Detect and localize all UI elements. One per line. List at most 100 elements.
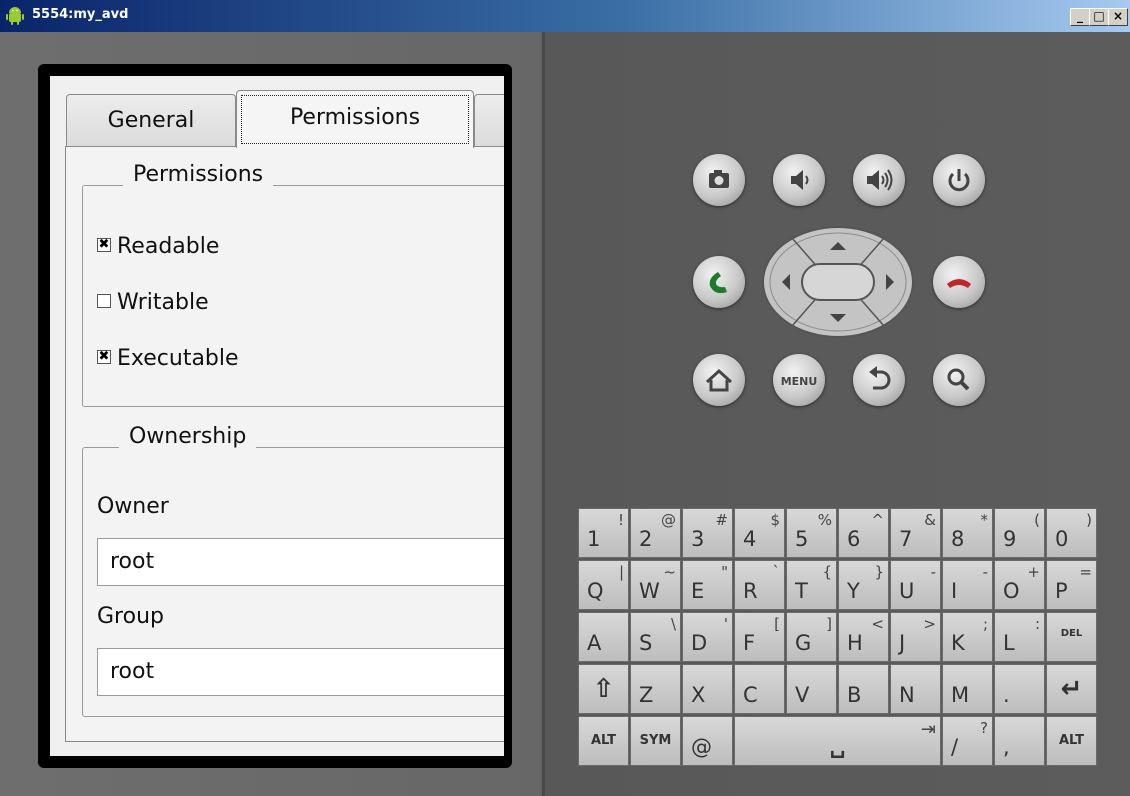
owner-label: Owner: [97, 494, 169, 519]
comma-key[interactable]: ,: [994, 716, 1045, 766]
power-button[interactable]: [933, 154, 985, 206]
key-3-5[interactable]: B: [838, 664, 889, 714]
key-1-5[interactable]: Y}: [838, 560, 889, 610]
key-1-4[interactable]: T{: [786, 560, 837, 610]
key-label: I: [951, 579, 958, 603]
key-alt-label: =: [1079, 563, 1092, 581]
key-2-5[interactable]: H <: [838, 612, 889, 662]
key-label: 9: [1003, 527, 1017, 551]
key-3-0[interactable]: ⇧: [578, 664, 629, 714]
key-alt-label: |: [618, 563, 624, 581]
executable-label: Executable: [117, 346, 239, 371]
key-2-3[interactable]: F[: [734, 612, 785, 662]
key-3-4[interactable]: V: [786, 664, 837, 714]
key-1-6[interactable]: U-: [890, 560, 941, 610]
volume-down-button[interactable]: [773, 154, 825, 206]
menu-button[interactable]: MENU: [773, 354, 825, 406]
alt-right-key[interactable]: ALT: [1046, 716, 1097, 766]
permissions-group-title: Permissions: [123, 162, 274, 187]
emulator-divider: [542, 32, 545, 796]
camera-icon: [709, 170, 729, 188]
key-3-9[interactable]: ↵: [1046, 664, 1097, 714]
key-label: O: [1003, 579, 1020, 603]
key-1-8[interactable]: O +: [994, 560, 1045, 610]
key-alt-label: }: [874, 563, 884, 581]
key-3-8[interactable]: .: [994, 664, 1045, 714]
key-label: 8: [951, 527, 965, 551]
tab-more[interactable]: [474, 94, 504, 146]
comma-key-label: ,: [1003, 735, 1010, 759]
key-label: G: [795, 631, 812, 655]
key-0-3[interactable]: 4 $: [734, 508, 785, 558]
key-label: 2: [639, 527, 653, 551]
key-2-1[interactable]: S \: [630, 612, 681, 662]
dpad[interactable]: [762, 226, 914, 338]
key-0-0[interactable]: 1!: [578, 508, 629, 558]
key-1-2[interactable]: E ": [682, 560, 733, 610]
key-label: 6: [847, 527, 861, 551]
call-button[interactable]: [693, 256, 745, 308]
home-button[interactable]: [693, 354, 745, 406]
end-call-button[interactable]: [933, 256, 985, 308]
key-alt-label: %: [817, 511, 832, 529]
executable-checkbox[interactable]: ✖ Executable: [97, 344, 239, 374]
key-2-7[interactable]: K;: [942, 612, 993, 662]
volume-up-button[interactable]: [853, 154, 905, 206]
key-0-5[interactable]: 6 ^: [838, 508, 889, 558]
key-0-1[interactable]: 2 @: [630, 508, 681, 558]
key-3-7[interactable]: M: [942, 664, 993, 714]
close-button[interactable]: ×: [1108, 8, 1128, 26]
key-label: M: [951, 683, 970, 707]
key-label: A: [587, 631, 602, 655]
back-button[interactable]: [853, 354, 905, 406]
key-2-4[interactable]: G]: [786, 612, 837, 662]
key-alt-label: ^: [871, 511, 884, 529]
key-3-2[interactable]: X: [682, 664, 733, 714]
key-0-9[interactable]: 0): [1046, 508, 1097, 558]
key-0-2[interactable]: 3 #: [682, 508, 733, 558]
at-key-label: @: [691, 735, 712, 759]
key-label: C: [743, 683, 758, 707]
key-1-7[interactable]: I-: [942, 560, 993, 610]
space-key-label: ␣: [829, 734, 846, 759]
key-3-3[interactable]: C: [734, 664, 785, 714]
key-2-8[interactable]: L:: [994, 612, 1045, 662]
slash-key[interactable]: /?: [942, 716, 993, 766]
key-0-4[interactable]: 5%: [786, 508, 837, 558]
key-label: 3: [691, 527, 705, 551]
readable-checkbox[interactable]: ✖ Readable: [97, 232, 219, 262]
key-2-0[interactable]: A: [578, 612, 629, 662]
writable-checkbox[interactable]: Writable: [97, 288, 209, 318]
key-0-6[interactable]: 7 &: [890, 508, 941, 558]
group-field[interactable]: root: [97, 648, 504, 696]
camera-button[interactable]: [693, 154, 745, 206]
key-alt-label: \: [670, 615, 676, 633]
tab-general[interactable]: General: [66, 94, 236, 146]
key-3-1[interactable]: Z: [630, 664, 681, 714]
key-2-6[interactable]: J >: [890, 612, 941, 662]
tab-icon: ⇥: [920, 719, 936, 740]
focus-rectangle: [241, 95, 469, 144]
key-1-0[interactable]: Q |: [578, 560, 629, 610]
alt-left-key[interactable]: ALT: [578, 716, 629, 766]
key-2-2[interactable]: D ': [682, 612, 733, 662]
key-3-6[interactable]: N: [890, 664, 941, 714]
tab-permissions[interactable]: Permissions: [236, 90, 474, 148]
maximize-button[interactable]: □: [1089, 8, 1109, 26]
key-1-3[interactable]: R `: [734, 560, 785, 610]
key-1-1[interactable]: W ~: [630, 560, 681, 610]
minimize-button[interactable]: _: [1070, 8, 1090, 26]
ownership-group-title: Ownership: [119, 424, 257, 449]
key-alt-label: :: [1034, 615, 1040, 633]
key-2-9[interactable]: DEL: [1046, 612, 1097, 662]
key-1-9[interactable]: P =: [1046, 560, 1097, 610]
sym-key[interactable]: SYM: [630, 716, 681, 766]
space-key[interactable]: ␣ ⇥: [734, 716, 941, 766]
key-alt-label: &: [924, 511, 936, 529]
key-0-7[interactable]: 8 *: [942, 508, 993, 558]
owner-field[interactable]: root: [97, 538, 504, 586]
shift-icon: ⇧: [592, 674, 615, 704]
key-0-8[interactable]: 9(: [994, 508, 1045, 558]
at-key[interactable]: @: [682, 716, 733, 766]
search-button[interactable]: [933, 354, 985, 406]
